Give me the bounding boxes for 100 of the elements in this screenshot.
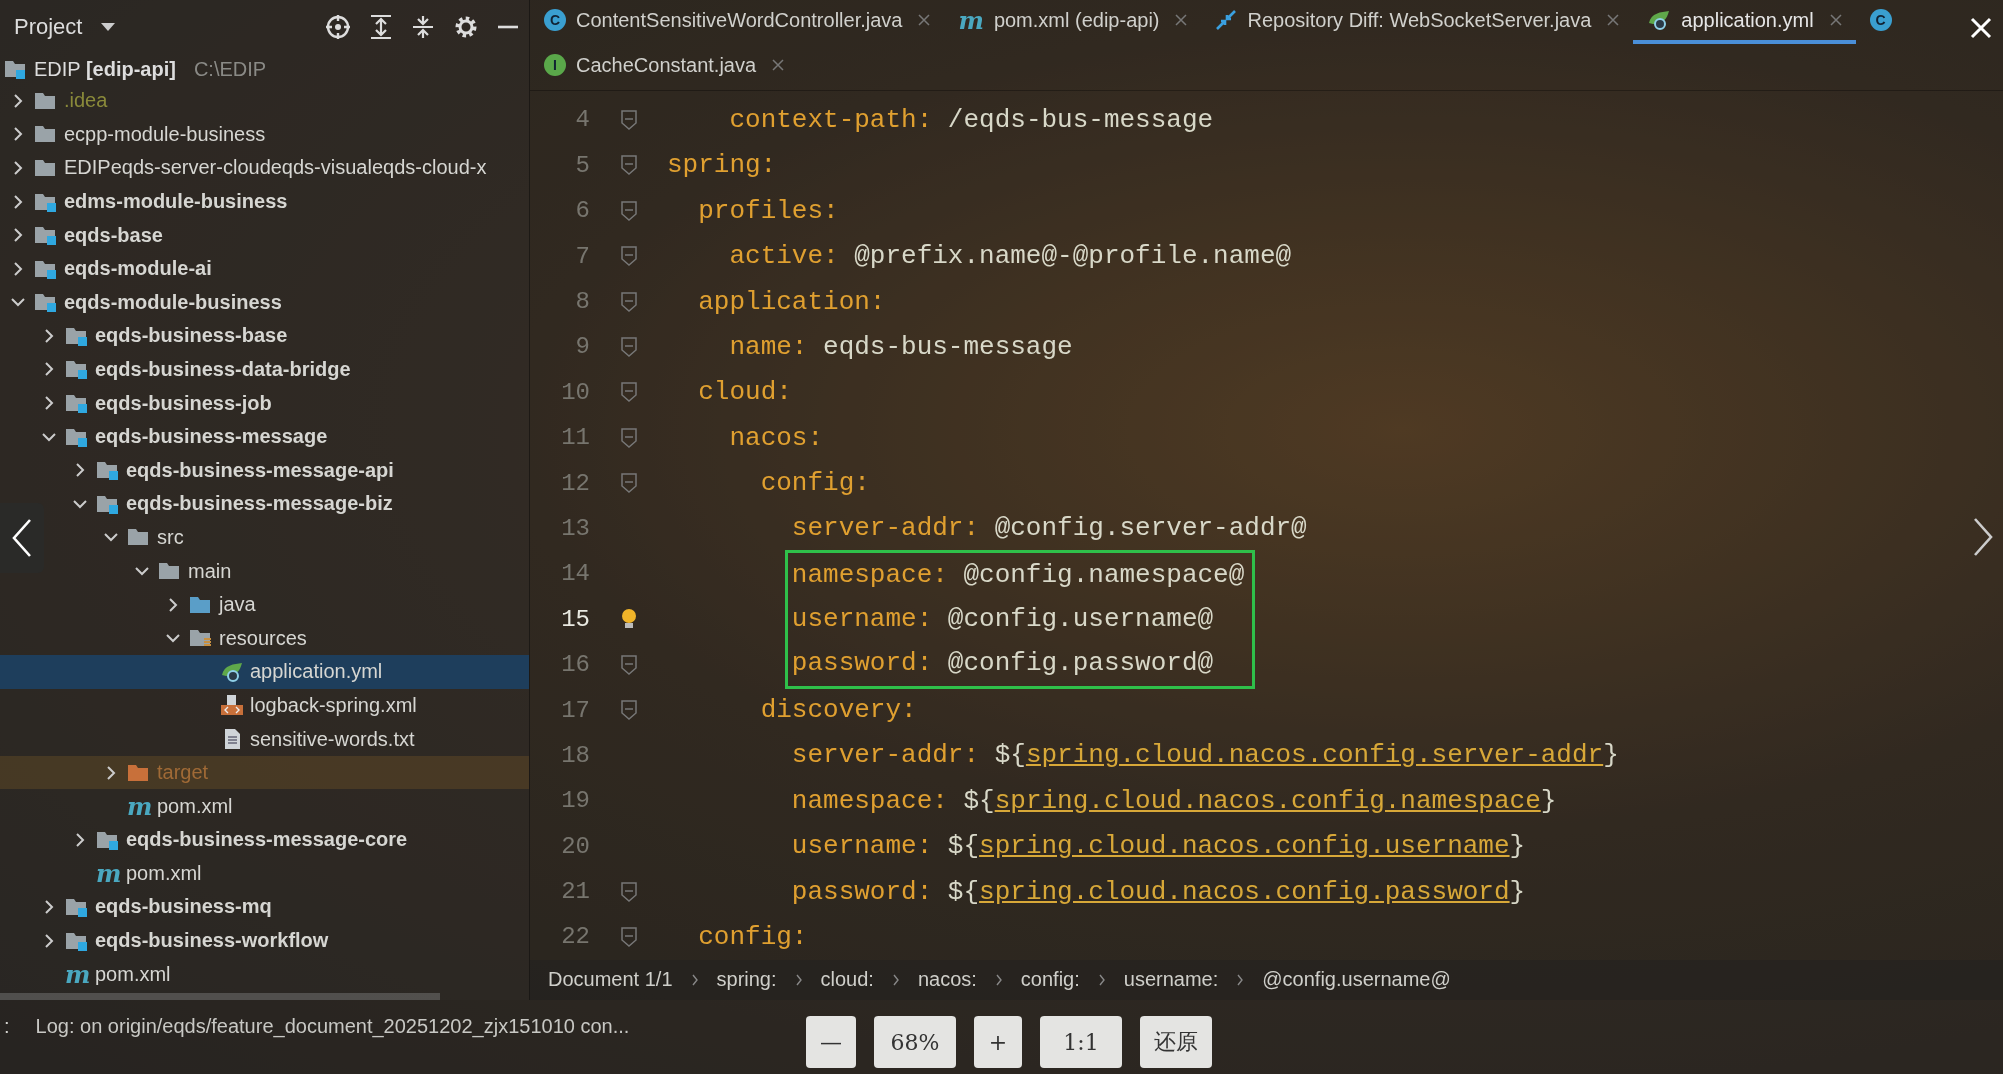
tree-item[interactable]: edms-module-business <box>64 190 288 213</box>
breadcrumb-item[interactable]: Document 1/1 <box>548 968 673 992</box>
chevron-left-icon <box>10 518 34 558</box>
tree-item[interactable]: EDIPeqds-server-cloudeqds-visualeqds-cloud-x <box>64 156 487 180</box>
editor-tab[interactable]: C ContentSensitiveWordController.java <box>530 0 945 45</box>
yaml-value: ${ <box>962 785 995 816</box>
chevron-right-icon <box>891 973 900 986</box>
leaf-gear-icon <box>1647 9 1672 32</box>
fold-marker-icon[interactable] <box>619 699 638 722</box>
tree-item[interactable]: main <box>188 559 232 583</box>
tree-item[interactable]: pom.xml <box>126 861 202 885</box>
yaml-key: application: <box>698 286 886 317</box>
property-reference-link[interactable]: spring.cloud.nacos.config.server-addr <box>1025 740 1604 771</box>
project-name[interactable]: EDIP [edip-api] <box>34 57 176 81</box>
fold-marker-icon[interactable] <box>619 108 638 131</box>
tree-item[interactable]: eqds-base <box>64 223 163 247</box>
line-number: 12 <box>560 469 590 497</box>
breadcrumb-item[interactable]: username: <box>1123 968 1219 992</box>
tree-item[interactable]: eqds-business-message-core <box>126 828 408 852</box>
tree-item[interactable]: eqds-business-message-api <box>126 458 394 482</box>
fold-marker-icon[interactable] <box>619 472 638 495</box>
yaml-key: namespace: <box>791 560 948 591</box>
tree-item[interactable]: eqds-business-data-bridge <box>95 358 351 381</box>
viewer-zoom-button[interactable]: — <box>806 1016 856 1068</box>
module-folder-icon <box>65 392 89 415</box>
yaml-key: name: <box>729 331 808 362</box>
editor-tab[interactable]: I CacheConstant.java <box>530 44 799 91</box>
tree-item[interactable]: eqds-business-mq <box>95 895 272 919</box>
expand-all-icon[interactable] <box>369 14 393 41</box>
panel-title[interactable]: Project <box>14 14 83 41</box>
line-number: 5 <box>574 151 590 179</box>
module-folder-icon <box>65 896 89 918</box>
previous-image-button[interactable] <box>0 503 44 573</box>
tree-item[interactable]: eqds-module-ai <box>64 257 212 281</box>
tree-item[interactable]: resources <box>219 626 307 650</box>
collapse-all-icon[interactable] <box>411 14 435 41</box>
line-number: 10 <box>560 378 590 406</box>
line-number: 15 <box>560 605 590 633</box>
line-number: 18 <box>560 741 590 769</box>
breadcrumb-item[interactable]: cloud: <box>820 968 874 992</box>
tree-item[interactable]: .idea <box>64 89 108 113</box>
chevron-right-icon <box>1097 973 1106 986</box>
fold-marker-icon[interactable] <box>619 381 638 404</box>
log-tab-title[interactable]: Log: on origin/eqds/feature_document_20251202_zjx151010 con... <box>35 1014 630 1038</box>
tree-item[interactable]: eqds-business-workflow <box>95 929 329 953</box>
line-number: 14 <box>560 560 590 588</box>
viewer-zoom-button[interactable]: 1:1 <box>1040 1016 1122 1068</box>
fold-marker-icon[interactable] <box>619 245 638 268</box>
module-folder-icon <box>65 358 89 381</box>
tree-item[interactable]: pom.xml <box>157 794 233 818</box>
yaml-value: @config.namespace@ <box>962 560 1245 591</box>
dropdown-caret-icon[interactable] <box>100 22 117 33</box>
class-icon: C <box>544 9 566 32</box>
yaml-key: context-path: <box>729 104 933 135</box>
viewer-zoom-button[interactable]: 还原 <box>1140 1016 1212 1068</box>
fold-marker-icon[interactable] <box>619 653 638 676</box>
viewer-zoom-button[interactable]: 68% <box>874 1016 956 1068</box>
locate-icon[interactable] <box>325 14 351 41</box>
editor-tab[interactable]: C <box>1855 0 1906 45</box>
tree-item[interactable]: logback-spring.xml <box>250 693 417 717</box>
tree-item[interactable]: eqds-business-base <box>95 324 288 348</box>
selected-row-highlight[interactable]: application.yml <box>0 655 529 689</box>
maven-icon: m <box>127 791 151 821</box>
fold-marker-icon[interactable] <box>619 335 638 358</box>
tree-item[interactable]: eqds-module-business <box>64 290 282 314</box>
viewer-zoom-button[interactable]: + <box>974 1016 1022 1068</box>
property-reference-link[interactable]: spring.cloud.nacos.config.password <box>979 876 1510 907</box>
tree-item[interactable]: application.yml <box>250 660 383 684</box>
property-reference-link[interactable]: spring.cloud.nacos.config.username <box>979 831 1510 862</box>
yaml-key: password: <box>791 648 933 679</box>
property-reference-link[interactable]: spring.cloud.nacos.config.namespace <box>994 785 1541 816</box>
tree-item[interactable]: pom.xml <box>95 962 171 986</box>
tree-item[interactable]: eqds-business-message-biz <box>126 492 393 516</box>
editor-tab[interactable]: Repository Diff: WebSocketServer.java <box>1201 0 1634 45</box>
breadcrumb-item[interactable]: spring: <box>716 968 777 992</box>
editor-tab[interactable]: m pom.xml (edip-api) <box>944 0 1202 45</box>
tree-item[interactable]: java <box>219 593 256 617</box>
tree-item[interactable]: eqds-business-job <box>95 391 272 415</box>
next-image-chevron-icon[interactable] <box>1971 517 1995 557</box>
yaml-key: profiles: <box>698 195 839 226</box>
module-folder-icon <box>96 459 120 482</box>
editor-tab[interactable]: application.yml <box>1633 0 1856 45</box>
chevron-right-icon <box>794 973 803 986</box>
fold-marker-icon[interactable] <box>619 926 638 948</box>
breadcrumb-item[interactable]: nacos: <box>917 968 977 992</box>
breadcrumb-item[interactable]: config: <box>1020 968 1080 992</box>
yaml-key: server-addr: <box>791 513 980 544</box>
tree-item[interactable]: sensitive-words.txt <box>250 727 415 751</box>
yaml-key: spring: <box>667 150 777 181</box>
project-path: C:\EDIP <box>193 57 267 81</box>
fold-marker-icon[interactable] <box>619 426 638 449</box>
fold-marker-icon[interactable] <box>619 154 638 177</box>
tree-item[interactable]: ecpp-module-business <box>64 122 266 146</box>
scrollbar[interactable] <box>0 992 440 1000</box>
fold-marker-icon[interactable] <box>619 880 638 903</box>
fold-marker-icon[interactable] <box>619 199 638 222</box>
tree-item[interactable]: src <box>157 525 184 549</box>
fold-marker-icon[interactable] <box>619 290 638 313</box>
breadcrumb-item[interactable]: @config.username@ <box>1262 968 1451 992</box>
tree-item[interactable]: eqds-business-message <box>95 425 328 449</box>
